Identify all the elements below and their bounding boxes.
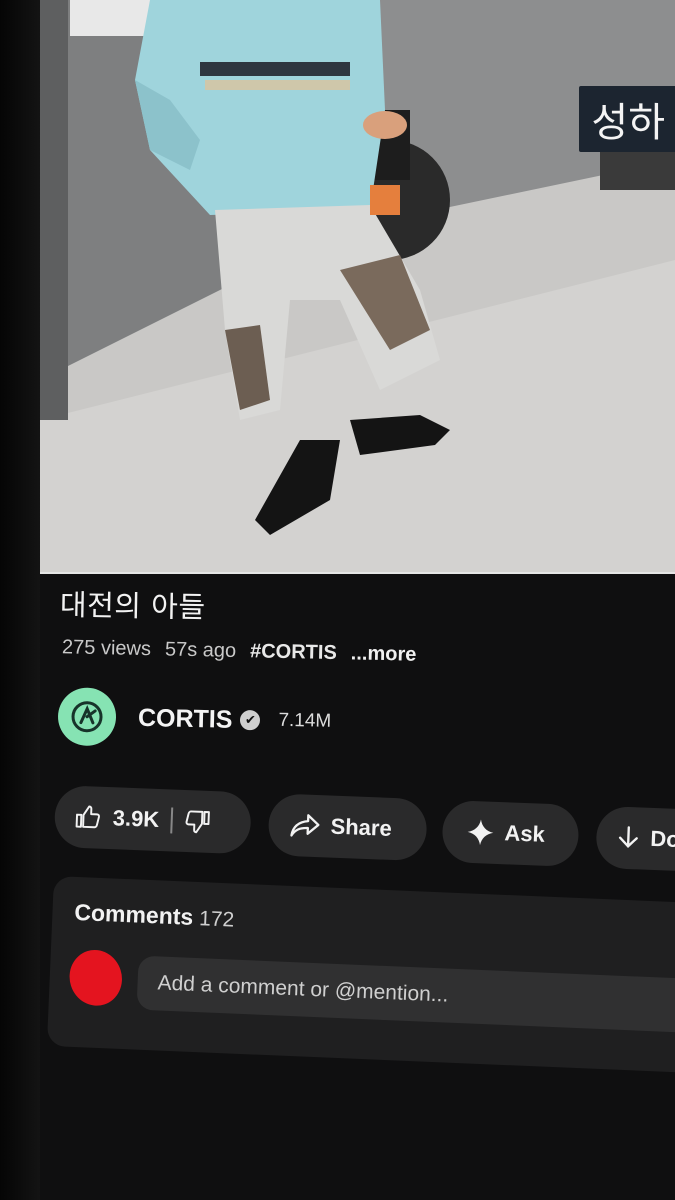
channel-logo-icon xyxy=(71,701,103,733)
verified-check-icon: ✔ xyxy=(240,709,261,731)
video-caption-overlay: 성하 xyxy=(579,86,675,152)
like-count[interactable]: 3.9K xyxy=(112,805,159,833)
view-count: 275 views xyxy=(61,636,152,661)
like-dislike-pill: 3.9K xyxy=(53,785,252,855)
sparkle-icon xyxy=(466,818,495,847)
video-title: 대전의 아들 xyxy=(59,587,206,625)
comments-panel[interactable]: Comments 172 xyxy=(46,876,675,1074)
comments-title: Comments xyxy=(73,898,194,930)
device-bezel xyxy=(0,0,44,1200)
subscriber-count: 7.14M xyxy=(278,709,332,732)
comment-input[interactable] xyxy=(136,955,675,1034)
thumbs-down-icon[interactable] xyxy=(185,808,212,835)
video-player[interactable]: 성하 xyxy=(40,0,675,574)
channel-row[interactable]: CORTIS ✔ 7.14M xyxy=(57,687,331,751)
share-label: Share xyxy=(330,813,393,841)
channel-avatar[interactable] xyxy=(57,687,117,747)
ask-button[interactable]: Ask xyxy=(441,799,580,868)
ask-label: Ask xyxy=(504,820,546,847)
user-avatar xyxy=(62,943,130,1013)
share-arrow-icon xyxy=(290,812,321,839)
more-description-link[interactable]: ...more xyxy=(351,642,417,666)
thumbs-up-icon[interactable] xyxy=(74,804,101,831)
upload-age: 57s ago xyxy=(164,638,237,662)
download-button[interactable]: Do xyxy=(595,805,675,874)
download-arrow-icon xyxy=(616,825,641,852)
like-divider xyxy=(170,807,174,834)
download-label: Do xyxy=(649,825,675,852)
comments-heading: Comments 172 xyxy=(74,899,235,933)
hashtag-link[interactable]: #CORTIS xyxy=(250,640,337,665)
comments-count: 172 xyxy=(198,907,235,932)
share-button[interactable]: Share xyxy=(267,793,428,862)
channel-name[interactable]: CORTIS xyxy=(138,703,233,734)
